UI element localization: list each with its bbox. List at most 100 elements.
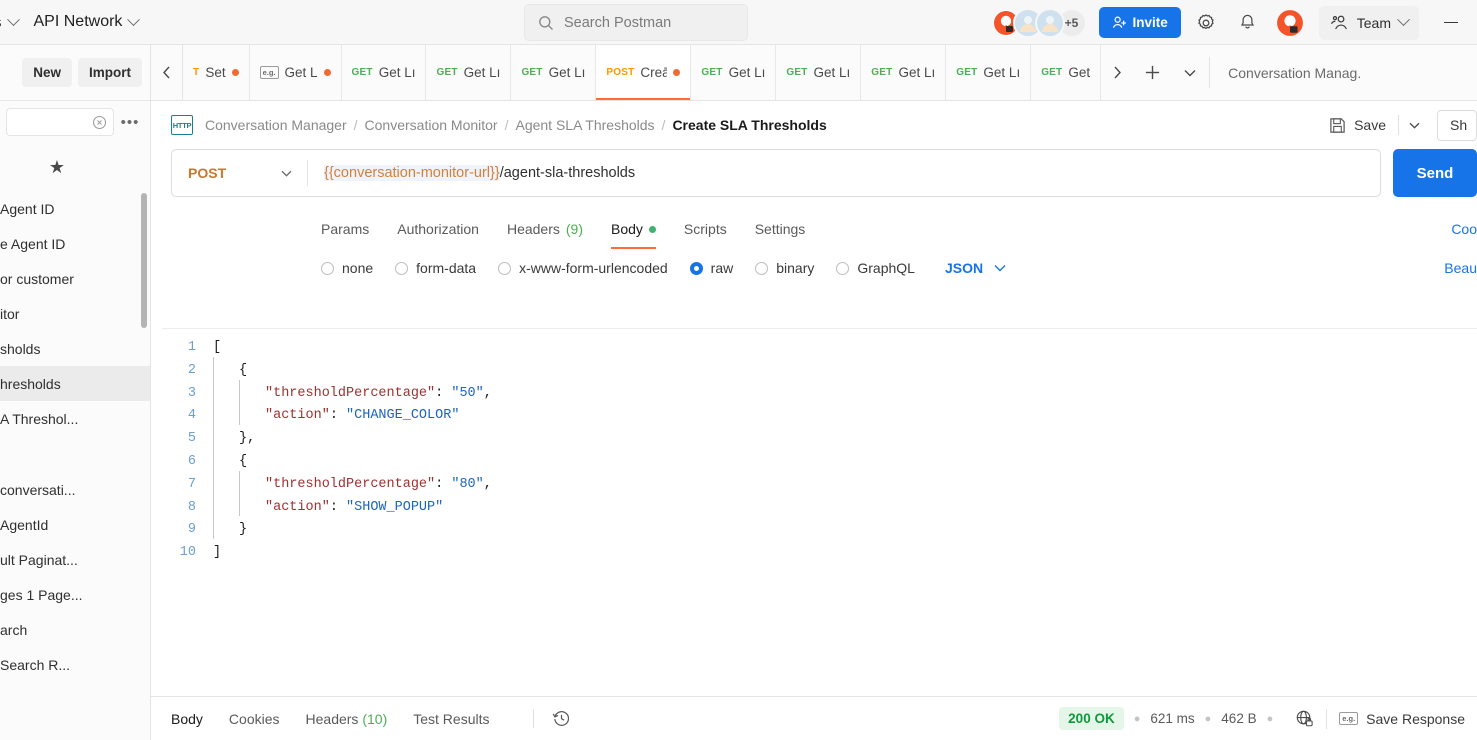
search-input[interactable]: Search Postman: [524, 4, 748, 41]
body-type-form-data[interactable]: form-data: [395, 260, 476, 276]
avatar[interactable]: [1035, 8, 1065, 38]
request-tab-5[interactable]: POST Creā: [596, 45, 691, 100]
code-line[interactable]: 9}: [162, 519, 1477, 542]
new-tab-button[interactable]: [1133, 45, 1171, 100]
request-tab-9[interactable]: GET Get Lı: [946, 45, 1031, 100]
sidebar-item-5[interactable]: hresholds: [0, 366, 150, 401]
team-selector[interactable]: Team: [1319, 6, 1419, 40]
invite-button[interactable]: Invite: [1099, 7, 1181, 38]
sidebar-item-8[interactable]: AgentId: [0, 507, 150, 542]
body-type-urlencoded[interactable]: x-www-form-urlencoded: [498, 260, 668, 276]
tabs-dropdown-button[interactable]: [1171, 45, 1209, 100]
code-line[interactable]: 1[: [162, 337, 1477, 360]
response-tab-test-results[interactable]: Test Results: [413, 711, 489, 727]
breadcrumb-item-1[interactable]: Conversation Monitor: [365, 117, 498, 133]
sidebar-item-9[interactable]: ult Paginat...: [0, 542, 150, 577]
tab-authorization[interactable]: Authorization: [397, 209, 479, 249]
code-indent: [201, 474, 265, 497]
tab-method: GET: [521, 67, 542, 78]
request-body-editor[interactable]: 1[2{3"thresholdPercentage": "50",4"actio…: [162, 328, 1477, 696]
context-collection-name: Conversation Manag.: [1210, 45, 1361, 100]
code-line[interactable]: 2{: [162, 360, 1477, 383]
network-settings-button[interactable]: [1295, 709, 1314, 728]
sidebar-item-7[interactable]: conversati...: [0, 472, 150, 507]
code-indent: [201, 451, 239, 474]
response-tab-headers[interactable]: Headers (10): [306, 711, 388, 727]
code-token: },: [239, 428, 255, 451]
request-tab-10[interactable]: GET Get: [1031, 45, 1101, 100]
body-type-none[interactable]: none: [321, 260, 373, 276]
tab-method: GET: [871, 67, 892, 78]
breadcrumb-row: HTTP Conversation Manager / Conversation…: [151, 101, 1477, 149]
notifications-button[interactable]: [1231, 6, 1265, 40]
code-line[interactable]: 4"action": "CHANGE_COLOR": [162, 405, 1477, 428]
tab-params[interactable]: Params: [321, 209, 369, 249]
code-line[interactable]: 7"thresholdPercentage": "80",: [162, 474, 1477, 497]
account-button[interactable]: [1273, 6, 1307, 40]
send-button[interactable]: Send: [1393, 149, 1477, 197]
sidebar-item-12[interactable]: Search R...: [0, 647, 150, 682]
breadcrumb-item-0[interactable]: Conversation Manager: [205, 117, 347, 133]
request-tab-7[interactable]: GET Get Lı: [776, 45, 861, 100]
method-selector[interactable]: POST: [172, 150, 307, 196]
cookies-link[interactable]: Coo: [1451, 221, 1477, 237]
tab-headers[interactable]: Headers (9): [507, 209, 583, 249]
save-response-button[interactable]: e.g. Save Response: [1339, 711, 1465, 727]
new-button[interactable]: New: [22, 58, 72, 87]
invite-button-label: Invite: [1133, 15, 1168, 30]
sidebar-item-3[interactable]: itor: [0, 296, 150, 331]
headers-count: (9): [566, 221, 583, 237]
code-line[interactable]: 5},: [162, 428, 1477, 451]
sidebar-filter-input[interactable]: [6, 108, 114, 136]
settings-button[interactable]: [1189, 6, 1223, 40]
save-options-button[interactable]: [1401, 111, 1427, 139]
sidebar-item-4[interactable]: sholds: [0, 331, 150, 366]
raw-format-selector[interactable]: JSON: [945, 260, 1007, 276]
body-type-raw[interactable]: raw: [690, 260, 734, 276]
request-tab-2[interactable]: GET Get Lı: [342, 45, 427, 100]
save-button[interactable]: Save: [1319, 111, 1396, 140]
raw-format-label: JSON: [945, 260, 983, 276]
clear-icon[interactable]: [92, 115, 107, 130]
window-minimize-button[interactable]: [1433, 0, 1469, 45]
sidebar-item-1[interactable]: e Agent ID: [0, 226, 150, 261]
workspace-selector[interactable]: s: [0, 10, 26, 35]
request-tab-0[interactable]: T Set: [183, 45, 250, 100]
tab-scripts[interactable]: Scripts: [684, 209, 727, 249]
code-indent: [201, 519, 239, 542]
code-line[interactable]: 8"action": "SHOW_POPUP": [162, 497, 1477, 520]
tab-settings[interactable]: Settings: [755, 209, 806, 249]
sidebar-item-11[interactable]: arch: [0, 612, 150, 647]
sidebar-item-10[interactable]: ges 1 Page...: [0, 577, 150, 612]
request-tab-4[interactable]: GET Get Lı: [511, 45, 596, 100]
sidebar-more-options-button[interactable]: •••: [118, 110, 142, 134]
tabs-scroll-right-button[interactable]: [1101, 45, 1133, 100]
code-content[interactable]: 1[2{3"thresholdPercentage": "50",4"actio…: [162, 329, 1477, 565]
request-tab-6[interactable]: GET Get Lı: [691, 45, 776, 100]
request-tab-1[interactable]: e.g. Get L: [250, 45, 342, 100]
favorites-star-icon[interactable]: ★: [0, 143, 150, 191]
code-line[interactable]: 10]: [162, 542, 1477, 565]
tab-body[interactable]: Body: [611, 209, 656, 249]
code-line[interactable]: 3"thresholdPercentage": "50",: [162, 383, 1477, 406]
request-tab-3[interactable]: GET Get Lı: [426, 45, 511, 100]
sidebar-item-2[interactable]: or customer: [0, 261, 150, 296]
response-tab-cookies[interactable]: Cookies: [229, 711, 280, 727]
sidebar-item-6[interactable]: A Threshol...: [0, 401, 150, 436]
url-input[interactable]: {{conversation-monitor-url}}/agent-sla-t…: [308, 165, 1380, 181]
api-network-selector[interactable]: API Network: [26, 9, 147, 35]
share-button[interactable]: Sh: [1437, 110, 1477, 141]
sidebar-scrollbar[interactable]: [141, 193, 147, 328]
response-history-button[interactable]: [533, 709, 571, 728]
collaborator-avatars[interactable]: +5: [991, 8, 1087, 38]
response-tab-body[interactable]: Body: [171, 711, 203, 727]
sidebar-item-0[interactable]: Agent ID: [0, 191, 150, 226]
body-type-graphql[interactable]: GraphQL: [836, 260, 915, 276]
body-type-binary[interactable]: binary: [755, 260, 814, 276]
beautify-link[interactable]: Beau: [1444, 260, 1477, 276]
tabs-scroll-left-button[interactable]: [151, 45, 183, 100]
request-tab-8[interactable]: GET Get Lı: [861, 45, 946, 100]
code-line[interactable]: 6{: [162, 451, 1477, 474]
breadcrumb-item-2[interactable]: Agent SLA Thresholds: [515, 117, 654, 133]
import-button[interactable]: Import: [78, 58, 142, 87]
